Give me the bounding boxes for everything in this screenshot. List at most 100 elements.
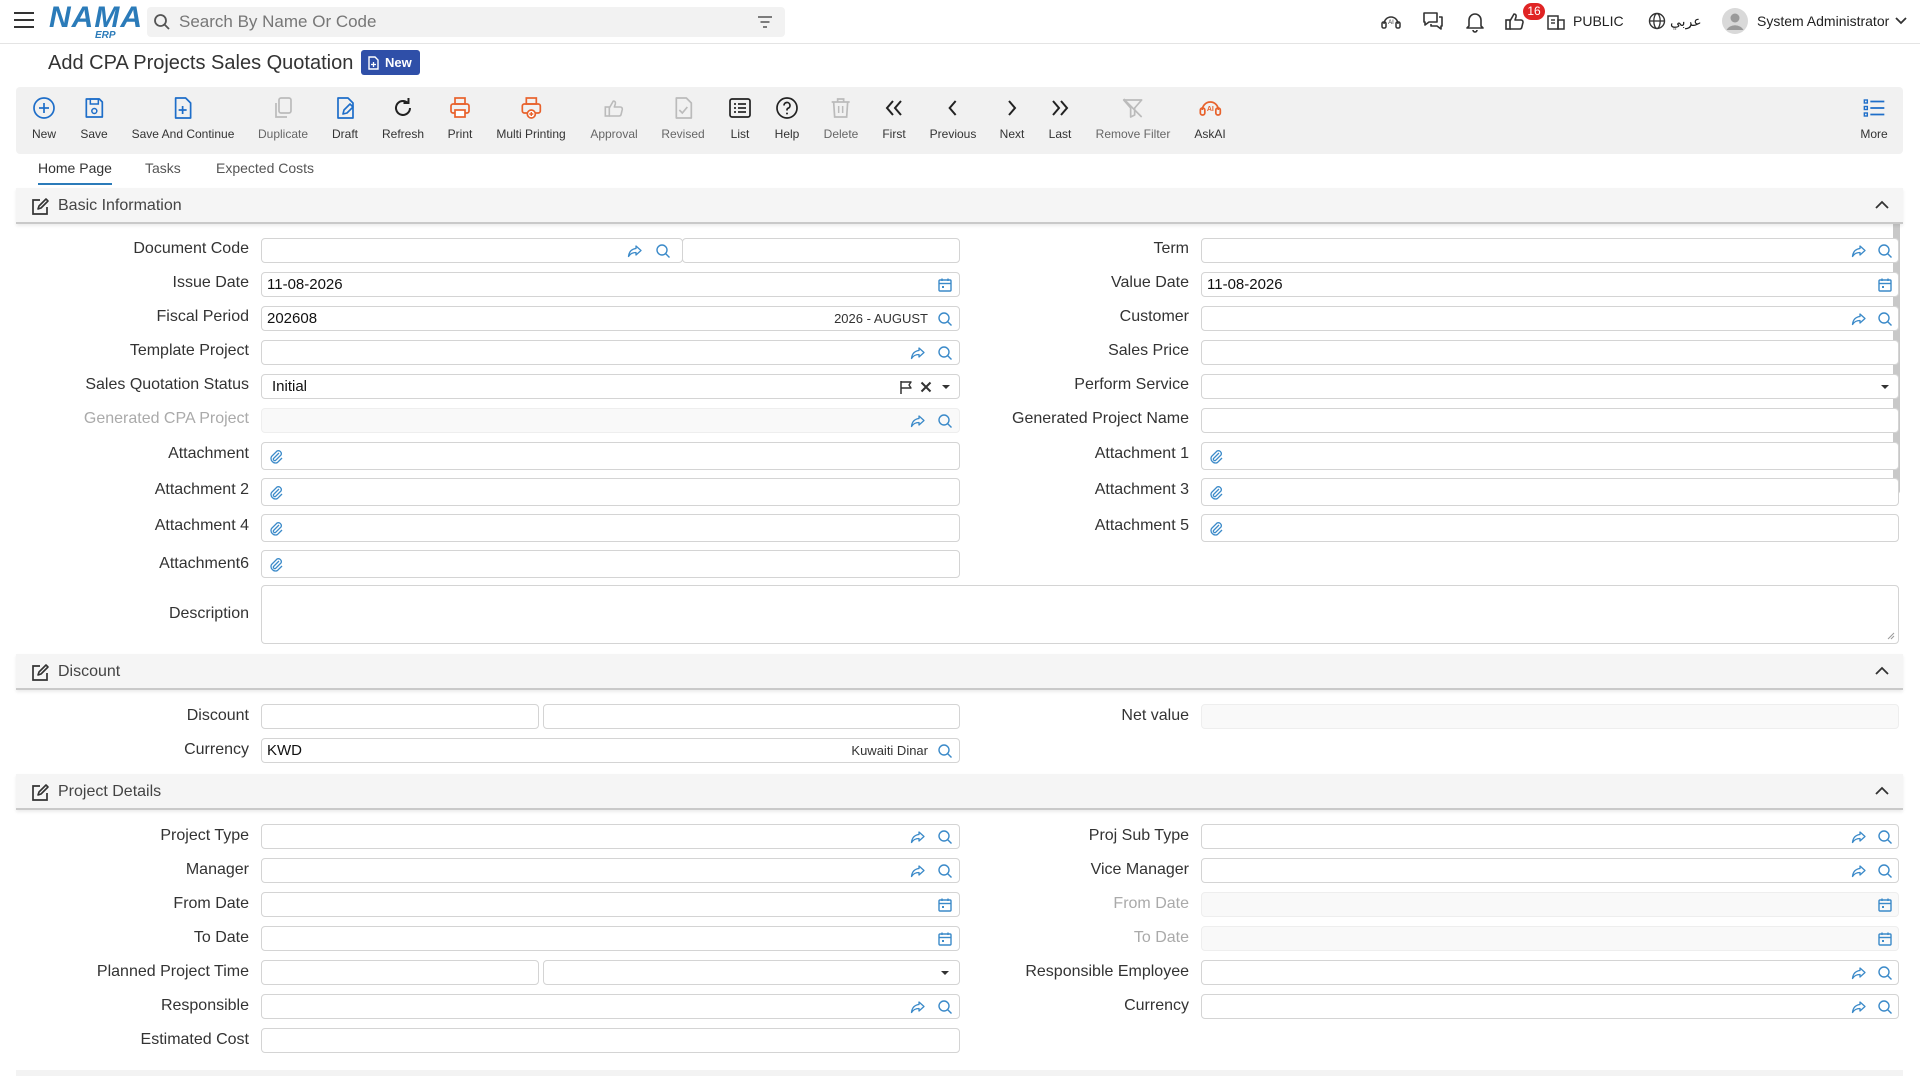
to-date-field[interactable] xyxy=(261,926,960,951)
calendar-icon[interactable] xyxy=(1877,277,1893,293)
last-button[interactable]: Last xyxy=(1047,95,1073,141)
attachment-field[interactable] xyxy=(261,442,960,470)
flag-icon[interactable] xyxy=(898,379,914,395)
project-type-field[interactable] xyxy=(261,824,960,849)
more-button[interactable]: More xyxy=(1860,95,1888,141)
estimated-cost-field[interactable] xyxy=(261,1028,960,1053)
company-name[interactable]: PUBLIC xyxy=(1573,13,1624,29)
calendar-icon[interactable] xyxy=(1877,897,1893,913)
new-button[interactable]: New xyxy=(31,95,57,141)
askai-button[interactable]: AI AskAI xyxy=(1194,95,1226,141)
planned-project-time-field[interactable] xyxy=(261,960,539,985)
menu-icon[interactable] xyxy=(14,12,34,28)
help-button[interactable]: Help xyxy=(774,95,800,141)
save-and-continue-button[interactable]: Save And Continue xyxy=(132,95,234,141)
globe-icon[interactable] xyxy=(1648,12,1666,30)
previous-button[interactable]: Previous xyxy=(930,95,976,141)
chat-icon[interactable] xyxy=(1421,9,1445,33)
search-lookup-icon[interactable] xyxy=(1877,243,1893,259)
paperclip-icon[interactable] xyxy=(268,520,284,536)
discount-percent-field[interactable] xyxy=(261,704,539,729)
avatar[interactable] xyxy=(1722,8,1748,34)
paperclip-icon[interactable] xyxy=(1208,448,1224,464)
customer-field[interactable] xyxy=(1201,306,1899,331)
share-icon[interactable] xyxy=(910,345,926,361)
share-icon[interactable] xyxy=(627,243,643,259)
save-button[interactable]: Save xyxy=(80,95,108,141)
draft-button[interactable]: Draft xyxy=(332,95,358,141)
proj-sub-type-field[interactable] xyxy=(1201,824,1899,849)
attachment-3-field[interactable] xyxy=(1201,478,1899,506)
section-basic-information[interactable]: Basic Information xyxy=(16,188,1903,224)
close-icon[interactable] xyxy=(918,379,934,395)
search-lookup-icon[interactable] xyxy=(1877,863,1893,879)
calendar-icon[interactable] xyxy=(937,897,953,913)
search-lookup-icon[interactable] xyxy=(937,743,953,759)
share-icon[interactable] xyxy=(1851,311,1867,327)
planned-project-time-unit-select[interactable] xyxy=(543,960,960,985)
share-icon[interactable] xyxy=(910,829,926,845)
chevron-up-icon[interactable] xyxy=(1875,666,1889,675)
search-lookup-icon[interactable] xyxy=(655,243,671,259)
duplicate-button[interactable]: Duplicate xyxy=(258,95,308,141)
share-icon[interactable] xyxy=(1851,999,1867,1015)
discount-amount-field[interactable] xyxy=(543,704,960,729)
section-discount[interactable]: Discount xyxy=(16,654,1903,690)
description-textarea[interactable] xyxy=(261,585,1899,644)
calendar-icon[interactable] xyxy=(937,931,953,947)
caret-down-icon[interactable] xyxy=(938,379,954,395)
paperclip-icon[interactable] xyxy=(268,484,284,500)
share-icon[interactable] xyxy=(1851,965,1867,981)
share-icon[interactable] xyxy=(910,999,926,1015)
responsible-employee-field[interactable] xyxy=(1201,960,1899,985)
chevron-up-icon[interactable] xyxy=(1875,786,1889,795)
attachment-5-field[interactable] xyxy=(1201,514,1899,542)
revised-button[interactable]: Revised xyxy=(661,95,705,141)
search-lookup-icon[interactable] xyxy=(1877,965,1893,981)
search-lookup-icon[interactable] xyxy=(937,863,953,879)
manager-field[interactable] xyxy=(261,858,960,883)
search-lookup-icon[interactable] xyxy=(1877,311,1893,327)
logo[interactable]: NAMA ERP xyxy=(49,3,143,42)
generated-project-name-field[interactable] xyxy=(1201,408,1899,433)
from-date-field[interactable] xyxy=(261,892,960,917)
search-lookup-icon[interactable] xyxy=(1877,999,1893,1015)
share-icon[interactable] xyxy=(910,413,926,429)
print-button[interactable]: Print xyxy=(447,95,473,141)
search-lookup-icon[interactable] xyxy=(937,413,953,429)
calendar-icon[interactable] xyxy=(1877,931,1893,947)
paperclip-icon[interactable] xyxy=(1208,520,1224,536)
search-lookup-icon[interactable] xyxy=(1877,829,1893,845)
chevron-down-icon[interactable] xyxy=(1895,17,1907,25)
template-project-field[interactable] xyxy=(261,340,960,365)
attachment-6-field[interactable] xyxy=(261,550,960,578)
bell-icon[interactable] xyxy=(1463,9,1487,33)
list-button[interactable]: List xyxy=(727,95,753,141)
sales-price-field[interactable] xyxy=(1201,340,1899,365)
fiscal-period-field[interactable]: 202608 2026 - AUGUST xyxy=(261,306,960,331)
next-button[interactable]: Next xyxy=(999,95,1025,141)
chevron-up-icon[interactable] xyxy=(1875,200,1889,209)
share-icon[interactable] xyxy=(1851,243,1867,259)
resize-handle-icon[interactable] xyxy=(1887,632,1895,640)
filter-icon[interactable] xyxy=(757,14,773,30)
caret-down-icon[interactable] xyxy=(1877,379,1893,395)
first-button[interactable]: First xyxy=(881,95,907,141)
attachment-1-field[interactable] xyxy=(1201,442,1899,470)
user-name[interactable]: System Administrator xyxy=(1757,13,1889,29)
share-icon[interactable] xyxy=(1851,863,1867,879)
search-lookup-icon[interactable] xyxy=(937,311,953,327)
document-code-name-field[interactable] xyxy=(682,238,960,263)
tab-home-page[interactable]: Home Page xyxy=(38,160,112,185)
currency-field[interactable]: KWD Kuwaiti Dinar xyxy=(261,738,960,763)
paperclip-icon[interactable] xyxy=(268,556,284,572)
share-icon[interactable] xyxy=(1851,829,1867,845)
share-icon[interactable] xyxy=(910,863,926,879)
sales-quotation-status-select[interactable]: Initial xyxy=(261,374,960,399)
ai-assistant-icon[interactable]: AI xyxy=(1379,9,1403,33)
multi-printing-button[interactable]: Multi Printing xyxy=(496,95,566,141)
approval-button[interactable]: Approval xyxy=(590,95,638,141)
company-icon[interactable] xyxy=(1546,11,1566,31)
language-switch[interactable]: عربي xyxy=(1670,13,1702,30)
paperclip-icon[interactable] xyxy=(268,448,284,464)
